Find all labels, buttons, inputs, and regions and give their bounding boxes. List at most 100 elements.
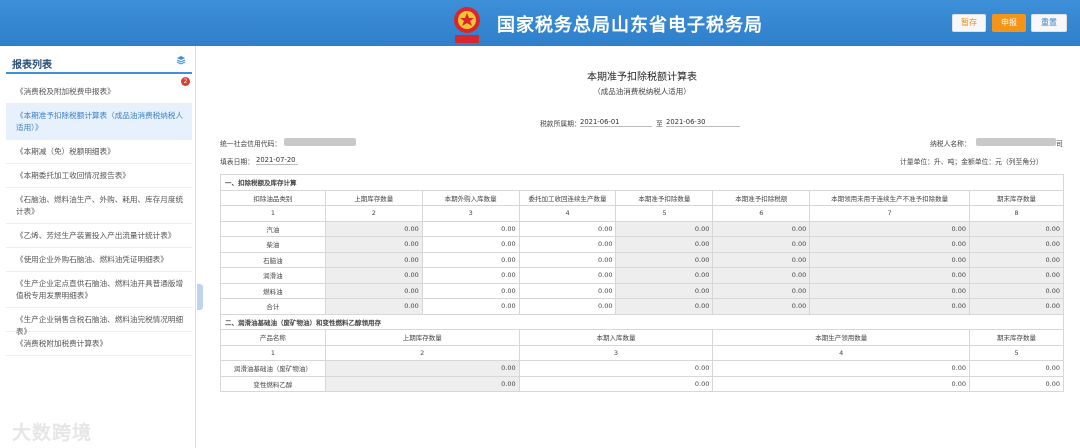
- cell-value[interactable]: 0.00: [969, 282, 1064, 299]
- save-button[interactable]: 暂存: [952, 14, 986, 32]
- cell-value[interactable]: 0.00: [615, 298, 714, 315]
- cell-value[interactable]: 0.00: [712, 360, 971, 377]
- cell-value[interactable]: 0.00: [518, 220, 617, 237]
- cell-value[interactable]: 0.00: [518, 282, 617, 299]
- sidebar-item[interactable]: 《本期准予扣除税额计算表（成品油消费税纳税人适用）》: [6, 104, 192, 140]
- column-number: 6: [712, 205, 811, 222]
- column-header: 本期准予扣除数量: [615, 189, 714, 206]
- row-label: 润滑油基础油（废矿物油）: [220, 360, 326, 377]
- cell-value[interactable]: 0.00: [809, 220, 971, 237]
- cell-value[interactable]: 0.00: [712, 220, 811, 237]
- cell-value[interactable]: 0.00: [421, 236, 520, 253]
- fill-date-field[interactable]: 2021-07-20: [256, 156, 298, 165]
- cell-value[interactable]: 0.00: [809, 282, 971, 299]
- cell-value[interactable]: 0.00: [969, 375, 1064, 392]
- column-number: 3: [421, 205, 520, 222]
- cell-value[interactable]: 0.00: [615, 267, 714, 284]
- period-label: 税款所属期：: [540, 120, 581, 128]
- column-header: 期末库存数量: [969, 189, 1064, 206]
- cell-value[interactable]: 0.00: [615, 236, 714, 253]
- sidebar-title: 报表列表: [12, 60, 52, 71]
- sidebar-item[interactable]: 《生产企业销售含税石脑油、燃料油完税情况明细表》: [6, 308, 192, 336]
- cell-value[interactable]: 0.00: [809, 298, 971, 315]
- cell-value[interactable]: 0.00: [518, 298, 617, 315]
- cell-value[interactable]: 0.00: [518, 236, 617, 253]
- cell-value[interactable]: 0.00: [518, 267, 617, 284]
- cell-value[interactable]: 0.00: [421, 267, 520, 284]
- table-row: 润滑油基础油（废矿物油） 0.00 0.00 0.00 0.00: [220, 360, 1064, 377]
- cell-value[interactable]: 0.00: [324, 251, 423, 268]
- cell-value[interactable]: 0.00: [969, 236, 1064, 253]
- cell-value[interactable]: 0.00: [712, 375, 971, 392]
- row-label: 柴油: [220, 236, 326, 253]
- reset-button[interactable]: 重置: [1031, 14, 1067, 32]
- credit-code-label: 统一社会信用代码：: [220, 140, 282, 148]
- cell-value[interactable]: 0.00: [712, 282, 811, 299]
- period-end-field[interactable]: 2021-06-30: [666, 118, 740, 127]
- cell-value[interactable]: 0.00: [969, 360, 1064, 377]
- column-header: 本期准予扣除税额: [712, 189, 811, 206]
- cell-value[interactable]: 0.00: [421, 298, 520, 315]
- sidebar-item[interactable]: 《本期委托加工收回情况报告表》: [6, 164, 192, 188]
- cell-value[interactable]: 0.00: [615, 220, 714, 237]
- submit-button[interactable]: 申报: [992, 14, 1026, 32]
- cell-value[interactable]: 0.00: [969, 298, 1064, 315]
- cell-value[interactable]: 0.00: [518, 251, 617, 268]
- taxpayer-suffix: 司: [1056, 140, 1063, 148]
- tax-emblem-icon: [454, 7, 480, 43]
- sidebar-item[interactable]: 《使用企业外购石脑油、燃料油凭证明细表》: [6, 248, 192, 272]
- form-area: 本期准予扣除税额计算表 （成品油消费税纳税人适用） 税款所属期： 2021-06…: [204, 46, 1080, 448]
- column-number: 5: [615, 205, 714, 222]
- cell-value[interactable]: 0.00: [324, 298, 423, 315]
- cell-value[interactable]: 0.00: [809, 251, 971, 268]
- cell-value[interactable]: 0.00: [712, 251, 811, 268]
- cell-value[interactable]: 0.00: [324, 236, 423, 253]
- cell-value[interactable]: 0.00: [324, 267, 423, 284]
- sidebar-item[interactable]: 《本期减（免）税额明细表》: [6, 140, 192, 164]
- section1-title: 一、扣除税额及库存计算: [220, 174, 1064, 191]
- column-number: 2: [324, 205, 423, 222]
- sidebar-item[interactable]: 《消费税及附加税费申报表》: [6, 80, 192, 104]
- cell-value[interactable]: 0.00: [421, 282, 520, 299]
- column-header: 本期领用未用于连续生产不准予扣除数量: [809, 189, 971, 206]
- notification-badge: 2: [181, 77, 190, 86]
- cell-value[interactable]: 0.00: [324, 360, 520, 377]
- period-start-field[interactable]: 2021-06-01: [580, 118, 652, 127]
- cell-value[interactable]: 0.00: [324, 282, 423, 299]
- cell-value[interactable]: 0.00: [518, 360, 714, 377]
- cell-value[interactable]: 0.00: [518, 375, 714, 392]
- cell-value[interactable]: 0.00: [969, 220, 1064, 237]
- table-row: 合计 0.00 0.00 0.00 0.00 0.00 0.00 0.00: [220, 298, 1064, 315]
- form-title: 本期准予扣除税额计算表: [587, 72, 697, 83]
- cell-value[interactable]: 0.00: [712, 236, 811, 253]
- column-number: 2: [324, 344, 520, 361]
- cell-value[interactable]: 0.00: [969, 267, 1064, 284]
- column-number: 8: [969, 205, 1064, 222]
- cell-value[interactable]: 0.00: [324, 220, 423, 237]
- row-label: 石脑油: [220, 251, 326, 268]
- cell-value[interactable]: 0.00: [969, 251, 1064, 268]
- row-label: 燃料油: [220, 282, 326, 299]
- column-number: 1: [220, 205, 326, 222]
- cell-value[interactable]: 0.00: [712, 298, 811, 315]
- layers-icon[interactable]: [176, 55, 186, 65]
- sidebar-item[interactable]: 《乙烯、芳烃生产装置投入产出流量计统计表》: [6, 224, 192, 248]
- cell-value[interactable]: 0.00: [809, 267, 971, 284]
- column-header: 期末库存数量: [969, 329, 1064, 346]
- cell-value[interactable]: 0.00: [421, 251, 520, 268]
- cell-value[interactable]: 0.00: [809, 236, 971, 253]
- cell-value[interactable]: 0.00: [421, 220, 520, 237]
- form-subtitle: （成品油消费税纳税人适用）: [593, 87, 691, 96]
- column-header: 扣除油品类别: [220, 189, 326, 206]
- cell-value[interactable]: 0.00: [615, 251, 714, 268]
- collapse-handle[interactable]: [197, 284, 203, 310]
- cell-value[interactable]: 0.00: [324, 375, 520, 392]
- cell-value[interactable]: 0.00: [615, 282, 714, 299]
- column-header: 本期生产领用数量: [712, 329, 971, 346]
- section2-title: 二、润滑油基础油（废矿物油）和变性燃料乙醇领用存: [220, 313, 1064, 330]
- credit-code-value: [284, 138, 356, 146]
- sidebar-item[interactable]: 《石脑油、燃料油生产、外购、耗用、库存月度统计表》: [6, 188, 192, 224]
- sidebar-item[interactable]: 《消费税附加税费计算表》: [6, 332, 192, 356]
- cell-value[interactable]: 0.00: [712, 267, 811, 284]
- sidebar-item[interactable]: 《生产企业定点直供石脑油、燃料油开具普通版增值税专用发票明细表》: [6, 272, 192, 308]
